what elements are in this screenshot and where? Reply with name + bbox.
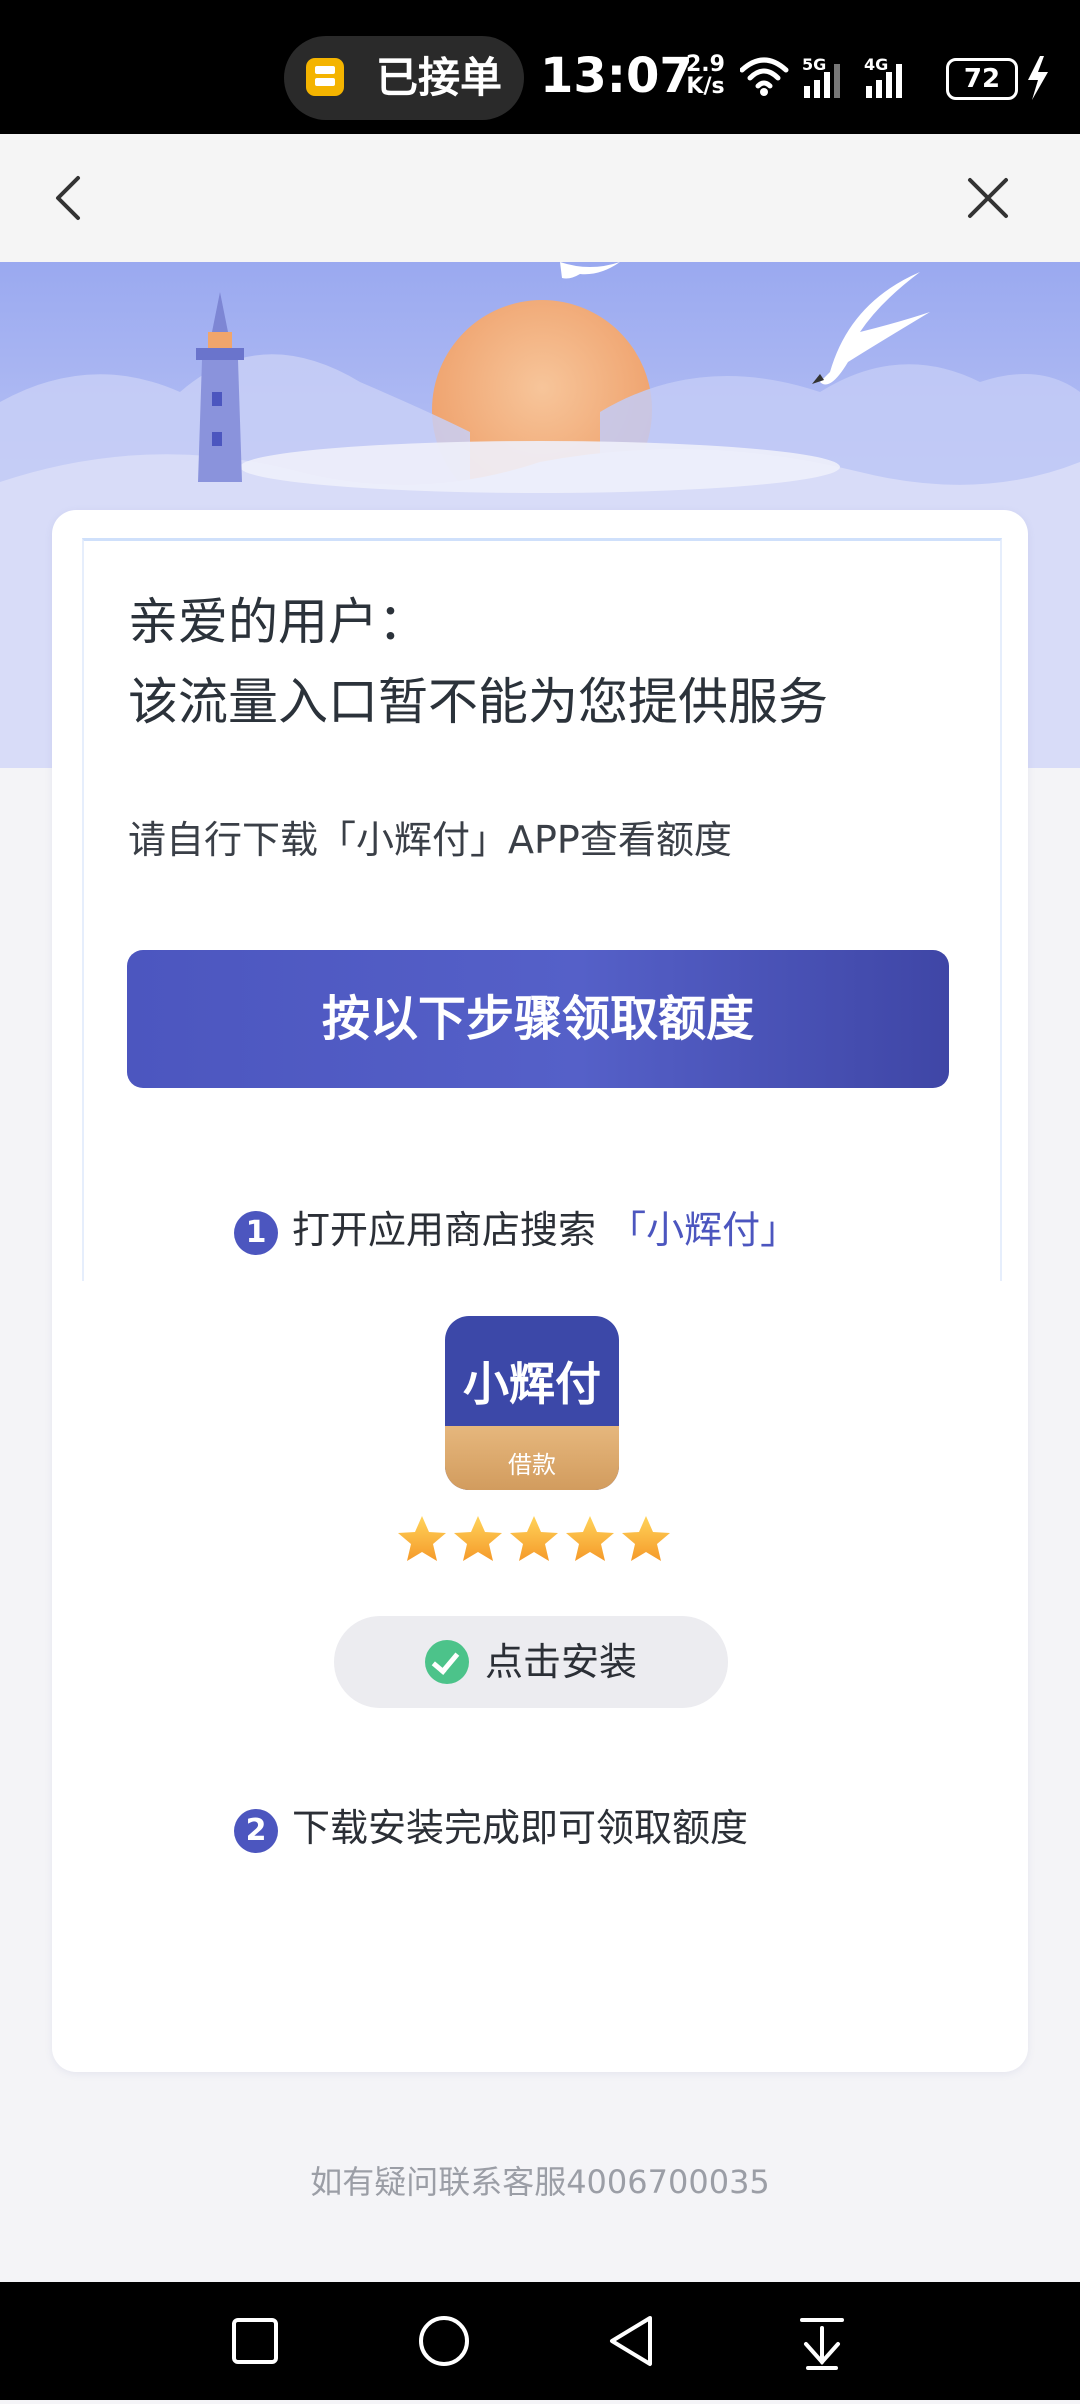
order-status-text: 已接单 [376, 53, 503, 102]
back-triangle-icon [610, 2316, 652, 2366]
app-icon-name: 小辉付 [463, 1357, 601, 1411]
check-circle-icon [424, 1639, 469, 1684]
app-icon-subtitle: 借款 [508, 1451, 556, 1479]
greeting-line-1: 亲爱的用户： [128, 593, 428, 651]
signal-4g-label: 4G [864, 55, 888, 74]
star-icon [398, 1516, 446, 1561]
greeting-text: 亲爱的用户： 该流量入口暂不能为您提供服务 [128, 582, 828, 742]
back-arrow-icon [56, 176, 80, 220]
store-icon [306, 58, 344, 96]
close-icon [968, 178, 1008, 218]
top-nav-bar [0, 134, 1080, 262]
claim-quota-button[interactable]: 按以下步骤领取额度 [127, 950, 949, 1088]
download-note: 请自行下载「小辉付」APP查看额度 [128, 818, 732, 862]
lighthouse-icon [196, 292, 244, 482]
network-speed-value: 2.9 [686, 52, 725, 77]
recent-apps-icon [232, 2318, 278, 2364]
network-speed: 2.9 K/s [686, 54, 725, 98]
signal-5g-label: 5G [802, 55, 826, 74]
star-icon [622, 1516, 670, 1561]
system-nav-bar [0, 2282, 1080, 2400]
star-icon [566, 1516, 614, 1561]
back-button[interactable] [40, 168, 100, 228]
step-2: 2 下载安装完成即可领取额度 [234, 1800, 748, 1856]
rating-stars [398, 1516, 670, 1561]
notification-pulldown-icon [800, 2318, 844, 2370]
status-bar: 已接单 13:07 2.9 K/s 5G 4G 72 [0, 0, 1080, 134]
install-button-label: 点击安装 [484, 1642, 637, 1684]
customer-service-contact: 如有疑问联系客服4006700035 [310, 2163, 770, 2201]
system-indicators: 5G 4G 72 [739, 52, 1060, 102]
order-status-pill[interactable]: 已接单 [284, 36, 524, 120]
star-icon [510, 1516, 558, 1561]
greeting-line-2: 该流量入口暂不能为您提供服务 [128, 673, 828, 731]
step-2-text: 下载安装完成即可领取额度 [292, 1806, 749, 1850]
step-2-number: 2 [234, 1808, 278, 1853]
step-1-text: 打开应用商店搜索 [292, 1208, 597, 1252]
seagull-icon-2 [560, 262, 620, 279]
step-1-number: 1 [234, 1210, 278, 1255]
app-icon[interactable]: 小辉付 借款 [445, 1316, 619, 1490]
clock: 13:07 [540, 48, 693, 104]
close-button[interactable] [958, 168, 1018, 228]
charging-icon [1028, 56, 1048, 100]
info-card: 亲爱的用户： 该流量入口暂不能为您提供服务 请自行下载「小辉付」APP查看额度 … [52, 510, 1028, 2072]
step-1: 1 打开应用商店搜索 「小辉付」 [234, 1202, 798, 1258]
home-icon [419, 2316, 469, 2366]
star-icon [454, 1516, 502, 1561]
battery-icon: 72 [946, 58, 1018, 100]
step-1-app-name: 「小辉付」 [608, 1208, 799, 1252]
network-speed-unit: K/s [686, 74, 725, 99]
wifi-icon [739, 57, 789, 89]
install-button[interactable]: 点击安装 [334, 1616, 728, 1708]
